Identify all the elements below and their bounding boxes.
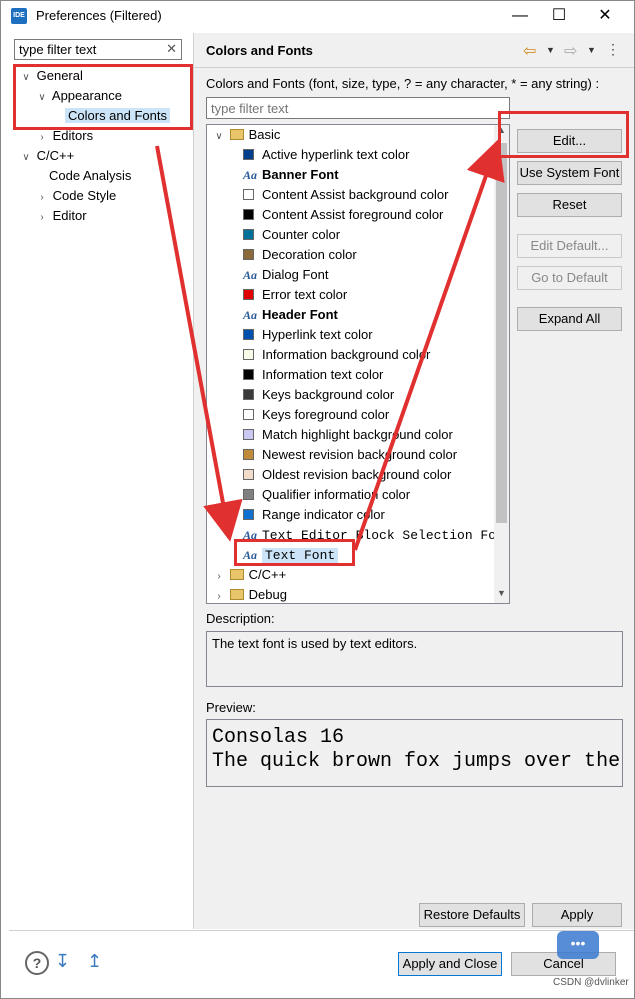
- arrow-to-edit-button: [353, 138, 505, 551]
- annotation-arrows: [155, 138, 505, 551]
- arrow-to-text-font: [155, 145, 243, 542]
